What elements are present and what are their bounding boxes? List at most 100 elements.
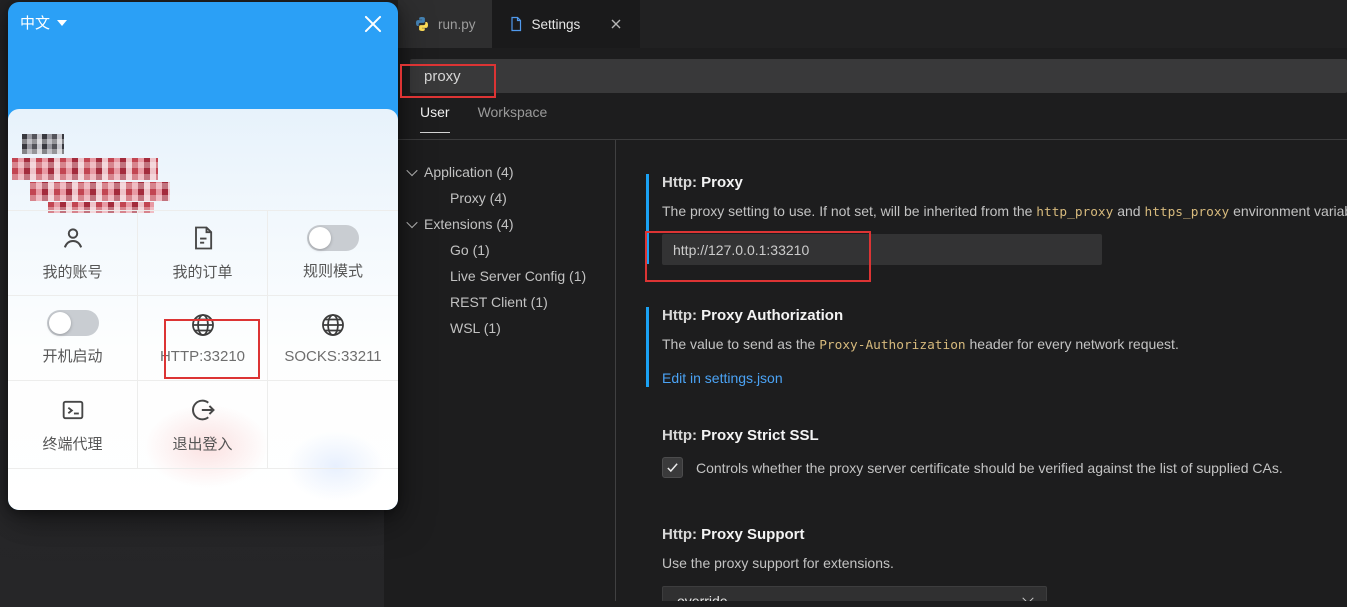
start-on-boot-cell[interactable]: 开机启动 [8,296,138,381]
desc-text: The proxy setting to use. If not set, wi… [662,203,1036,219]
checkbox-row: Controls whether the proxy server certif… [662,457,1347,478]
setting-description: Controls whether the proxy server certif… [696,460,1283,476]
desc-text: environment variables. [1229,203,1347,219]
proxy-strict-ssl-checkbox[interactable] [662,457,683,478]
code-span: Proxy-Authorization [819,338,965,353]
redacted-username [22,134,64,154]
cell-label: 我的账号 [42,261,102,282]
screen: run.py Settings proxy User Workspace Appli… [0,0,1347,607]
toc-item-wsl[interactable]: WSL (1) [399,315,615,341]
setting-title: Http: Proxy [662,173,1347,193]
tab-settings[interactable]: Settings [492,0,641,48]
setting-title: Http: Proxy Strict SSL [662,426,1347,446]
toc-label: WSL (1) [450,320,501,336]
my-account-cell[interactable]: 我的账号 [8,211,138,296]
toc-item-rest-client[interactable]: REST Client (1) [399,289,615,315]
setting-name: Proxy Authorization [701,307,843,324]
http-port-cell[interactable]: HTTP:33210 [138,296,268,381]
toc-label: Live Server Config (1) [450,268,586,284]
toc-label: REST Client (1) [450,294,548,310]
setting-category: Http: [662,307,701,324]
search-query-text: proxy [424,68,461,85]
toc-item-proxy[interactable]: Proxy (4) [399,185,615,211]
settings-list: Http: Proxy The proxy setting to use. If … [616,140,1347,601]
code-span: http_proxy [1036,205,1113,220]
toc-label: Application (4) [424,164,514,180]
language-selector[interactable]: 中文 [20,12,67,33]
cell-label: HTTP:33210 [160,348,245,365]
my-orders-cell[interactable]: 我的订单 [138,211,268,296]
settings-scope-tabs: User Workspace [384,104,1347,140]
settings-toc: Application (4) Proxy (4) Extensions (4) Go… [384,140,615,601]
cell-label: 退出登入 [172,433,232,454]
setting-proxy-strict-ssl: Http: Proxy Strict SSL Controls whether t… [646,426,1347,478]
user-icon [59,224,87,252]
globe-icon [189,311,217,339]
setting-category: Http: [662,427,701,444]
socks-port-cell[interactable]: SOCKS:33211 [268,296,398,381]
chevron-down-icon [1022,593,1033,601]
setting-name: Proxy [701,174,743,191]
globe-icon [319,311,347,339]
setting-proxy-authorization: Http: Proxy Authorization The value to se… [646,306,1347,388]
rule-mode-toggle[interactable] [307,225,359,251]
toc-label: Go (1) [450,242,490,258]
setting-name: Proxy Strict SSL [701,427,819,444]
proxy-app-window: 中文 我的账号 我的订单 规则模式开机启动 HTTP:33210 SOCKS:33211… [8,2,398,510]
logout-icon [189,396,217,424]
cell-label: 我的订单 [172,261,232,282]
editor-tab-bar: run.py Settings [384,0,1347,48]
redacted-account-info [12,158,158,180]
toggle-knob [309,227,331,249]
start-on-boot-toggle[interactable] [47,310,99,336]
proxy-input[interactable]: http://127.0.0.1:33210 [662,234,1102,265]
proxy-support-select[interactable]: override [662,586,1047,601]
toc-item-live-server-config[interactable]: Live Server Config (1) [399,263,615,289]
caret-down-icon [57,20,67,26]
tab-label: run.py [438,17,476,32]
close-icon[interactable] [608,16,624,32]
setting-proxy-support: Http: Proxy Support Use the proxy support… [646,525,1347,601]
toc-label: Proxy (4) [450,190,507,206]
toc-label: Extensions (4) [424,216,513,232]
desc-text: header for every network request. [966,336,1179,352]
toc-item-go[interactable]: Go (1) [399,237,615,263]
desc-text: and [1113,203,1144,219]
logout-cell[interactable]: 退出登入 [138,381,268,469]
setting-proxy: Http: Proxy The proxy setting to use. If … [646,173,1347,265]
python-icon [414,16,430,32]
tab-run-py[interactable]: run.py [398,0,492,48]
scope-tab-workspace[interactable]: Workspace [478,104,548,132]
close-icon[interactable] [364,14,382,32]
terminal-icon [59,396,87,424]
language-label: 中文 [20,12,50,33]
code-span: https_proxy [1144,205,1229,220]
setting-name: Proxy Support [701,526,804,543]
account-card: 我的账号 我的订单 规则模式开机启动 HTTP:33210 SOCKS:33211 终端代… [8,109,398,510]
terminal-proxy-cell[interactable]: 终端代理 [8,381,138,469]
setting-title: Http: Proxy Support [662,525,1347,545]
settings-search-input[interactable]: proxy [410,59,1347,93]
toc-item-application[interactable]: Application (4) [399,159,615,185]
redacted-account-info [30,182,170,201]
cell-label: 开机启动 [42,345,102,366]
scope-tab-user[interactable]: User [420,104,450,133]
file-icon [508,16,524,32]
settings-search-row: proxy [384,59,1347,93]
setting-description: The proxy setting to use. If not set, wi… [662,202,1347,222]
toc-item-extensions[interactable]: Extensions (4) [399,211,615,237]
setting-category: Http: [662,174,701,191]
desc-text: The value to send as the [662,336,819,352]
proxy-app-header: 中文 [8,2,398,109]
setting-description: Use the proxy support for extensions. [662,554,1347,573]
edit-in-settings-json-link[interactable]: Edit in settings.json [662,370,783,386]
settings-body: Application (4) Proxy (4) Extensions (4) Go… [384,140,1347,601]
cell-label: 终端代理 [42,433,102,454]
action-grid: 我的账号 我的订单 规则模式开机启动 HTTP:33210 SOCKS:33211 终端代… [8,210,398,469]
chevron-down-icon [406,217,417,228]
vscode-window: run.py Settings proxy User Workspace Appli… [384,0,1347,607]
setting-description: The value to send as the Proxy-Authoriza… [662,335,1347,355]
document-icon [189,224,217,252]
cell-label: SOCKS:33211 [284,348,381,365]
rule-mode-cell[interactable]: 规则模式 [268,211,398,296]
